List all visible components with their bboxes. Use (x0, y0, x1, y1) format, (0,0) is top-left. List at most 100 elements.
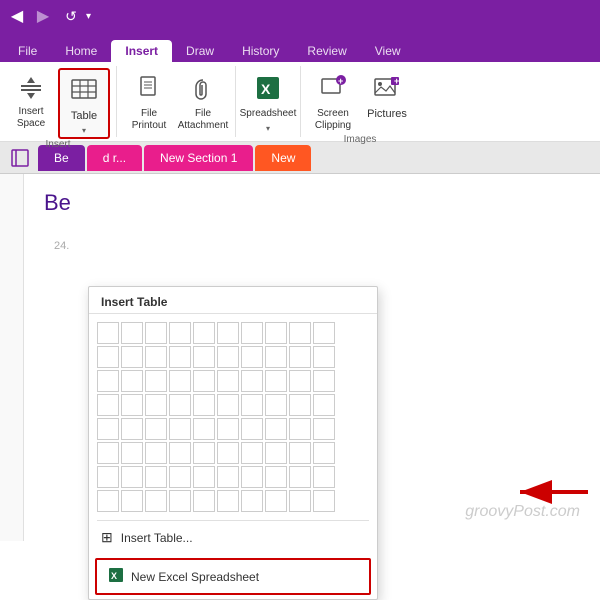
table-grid-cell[interactable] (193, 322, 215, 344)
table-grid-cell[interactable] (217, 346, 239, 368)
table-grid-cell[interactable] (169, 322, 191, 344)
table-grid-cell[interactable] (97, 418, 119, 440)
tab-history[interactable]: History (228, 40, 293, 62)
section-tab-new[interactable]: New (255, 145, 311, 171)
tab-review[interactable]: Review (293, 40, 360, 62)
table-grid-cell[interactable] (169, 346, 191, 368)
table-grid-cell[interactable] (265, 490, 287, 512)
table-button[interactable]: Table ▾ (58, 68, 110, 139)
tab-view[interactable]: View (361, 40, 415, 62)
table-grid-cell[interactable] (169, 490, 191, 512)
table-grid-cell[interactable] (241, 490, 263, 512)
table-grid-cell[interactable] (313, 418, 335, 440)
table-grid-cell[interactable] (241, 442, 263, 464)
table-grid-cell[interactable] (217, 466, 239, 488)
table-grid-cell[interactable] (289, 442, 311, 464)
table-grid-cell[interactable] (169, 442, 191, 464)
table-grid-cell[interactable] (121, 394, 143, 416)
table-grid-cell[interactable] (313, 490, 335, 512)
table-grid-cell[interactable] (265, 442, 287, 464)
table-grid-cell[interactable] (193, 394, 215, 416)
table-grid-cell[interactable] (313, 370, 335, 392)
table-grid-cell[interactable] (169, 418, 191, 440)
table-grid-cell[interactable] (313, 466, 335, 488)
table-grid-cell[interactable] (217, 490, 239, 512)
table-grid-cell[interactable] (169, 466, 191, 488)
pictures-button[interactable]: + Pictures (361, 68, 413, 122)
table-grid-cell[interactable] (121, 442, 143, 464)
table-grid-cell[interactable] (241, 418, 263, 440)
table-grid-cell[interactable] (145, 322, 167, 344)
tab-insert[interactable]: Insert (111, 40, 172, 62)
table-grid-cell[interactable] (265, 346, 287, 368)
title-dropdown-button[interactable]: ▾ (86, 11, 91, 22)
table-grid[interactable] (89, 314, 377, 520)
insert-table-item[interactable]: ⊞ Insert Table... (89, 521, 377, 554)
table-grid-cell[interactable] (217, 394, 239, 416)
table-grid-cell[interactable] (145, 490, 167, 512)
table-grid-cell[interactable] (241, 466, 263, 488)
table-grid-cell[interactable] (97, 370, 119, 392)
tab-home[interactable]: Home (51, 40, 111, 62)
table-grid-cell[interactable] (121, 418, 143, 440)
table-grid-cell[interactable] (121, 346, 143, 368)
table-grid-cell[interactable] (145, 394, 167, 416)
table-grid-cell[interactable] (217, 442, 239, 464)
section-tab-new-section1[interactable]: New Section 1 (144, 145, 253, 171)
file-attachment-button[interactable]: FileAttachment (177, 68, 229, 134)
tab-draw[interactable]: Draw (172, 40, 228, 62)
table-grid-cell[interactable] (265, 466, 287, 488)
table-grid-cell[interactable] (289, 418, 311, 440)
screen-clipping-button[interactable]: + ScreenClipping (307, 68, 359, 134)
table-grid-cell[interactable] (241, 346, 263, 368)
new-excel-spreadsheet-item[interactable]: X New Excel Spreadsheet (95, 558, 371, 595)
table-grid-cell[interactable] (289, 490, 311, 512)
table-grid-cell[interactable] (145, 370, 167, 392)
table-grid-cell[interactable] (169, 370, 191, 392)
table-grid-cell[interactable] (193, 418, 215, 440)
spreadsheet-button[interactable]: X Spreadsheet ▾ (242, 68, 294, 135)
table-grid-cell[interactable] (289, 394, 311, 416)
table-grid-cell[interactable] (97, 322, 119, 344)
table-grid-cell[interactable] (265, 418, 287, 440)
table-grid-cell[interactable] (289, 346, 311, 368)
table-grid-cell[interactable] (145, 418, 167, 440)
table-grid-cell[interactable] (97, 394, 119, 416)
table-grid-cell[interactable] (289, 322, 311, 344)
table-grid-cell[interactable] (145, 442, 167, 464)
table-grid-cell[interactable] (217, 370, 239, 392)
table-grid-cell[interactable] (265, 322, 287, 344)
table-grid-cell[interactable] (97, 346, 119, 368)
table-grid-cell[interactable] (193, 490, 215, 512)
table-grid-cell[interactable] (121, 466, 143, 488)
table-grid-cell[interactable] (97, 490, 119, 512)
table-grid-cell[interactable] (289, 370, 311, 392)
table-grid-cell[interactable] (313, 346, 335, 368)
undo-button[interactable]: ↺ (62, 7, 80, 25)
insert-space-button[interactable]: InsertSpace (6, 68, 56, 134)
table-grid-cell[interactable] (121, 490, 143, 512)
table-grid-cell[interactable] (217, 322, 239, 344)
table-grid-cell[interactable] (121, 370, 143, 392)
table-grid-cell[interactable] (97, 466, 119, 488)
tab-file[interactable]: File (4, 40, 51, 62)
table-grid-cell[interactable] (241, 322, 263, 344)
table-grid-cell[interactable] (313, 442, 335, 464)
table-grid-cell[interactable] (241, 394, 263, 416)
table-grid-cell[interactable] (97, 442, 119, 464)
table-grid-cell[interactable] (193, 442, 215, 464)
table-grid-cell[interactable] (193, 346, 215, 368)
table-grid-cell[interactable] (265, 370, 287, 392)
forward-button[interactable]: ▶ (34, 7, 52, 25)
table-grid-cell[interactable] (121, 322, 143, 344)
table-grid-cell[interactable] (289, 466, 311, 488)
table-grid-cell[interactable] (169, 394, 191, 416)
back-button[interactable]: ◀ (8, 7, 26, 25)
table-grid-cell[interactable] (241, 370, 263, 392)
table-grid-cell[interactable] (193, 466, 215, 488)
table-grid-cell[interactable] (313, 322, 335, 344)
table-grid-cell[interactable] (193, 370, 215, 392)
table-grid-cell[interactable] (145, 346, 167, 368)
table-grid-cell[interactable] (265, 394, 287, 416)
table-grid-cell[interactable] (313, 394, 335, 416)
